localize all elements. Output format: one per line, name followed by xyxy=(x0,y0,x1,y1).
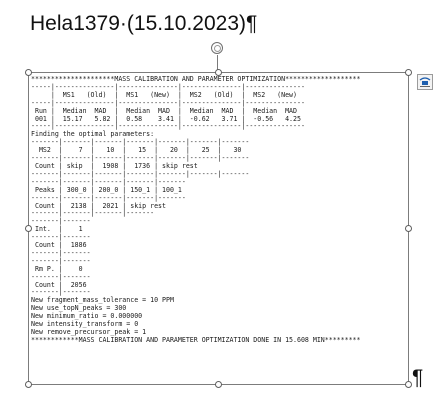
resize-handle-bottom-left[interactable] xyxy=(25,381,32,388)
rotate-handle-icon[interactable] xyxy=(211,42,223,54)
layout-options-icon xyxy=(419,77,431,87)
document-heading: Hela1379·(15.10.2023)¶ xyxy=(30,12,258,35)
resize-handle-middle-left[interactable] xyxy=(25,225,32,232)
paragraph-mark: ¶ xyxy=(412,366,424,389)
layout-options-button[interactable] xyxy=(417,74,433,90)
resize-handle-bottom-middle[interactable] xyxy=(215,381,222,388)
resize-handle-middle-right[interactable] xyxy=(405,225,412,232)
resize-handle-top-right[interactable] xyxy=(405,69,412,76)
resize-handle-top-middle[interactable] xyxy=(215,69,222,76)
image-text-line: ************MASS CALIBRATION AND PARAMET… xyxy=(31,335,361,344)
image-text-block: *********************MASS CALIBRATION AN… xyxy=(31,75,361,345)
resize-handle-bottom-right[interactable] xyxy=(405,381,412,388)
resize-handle-top-left[interactable] xyxy=(25,69,32,76)
